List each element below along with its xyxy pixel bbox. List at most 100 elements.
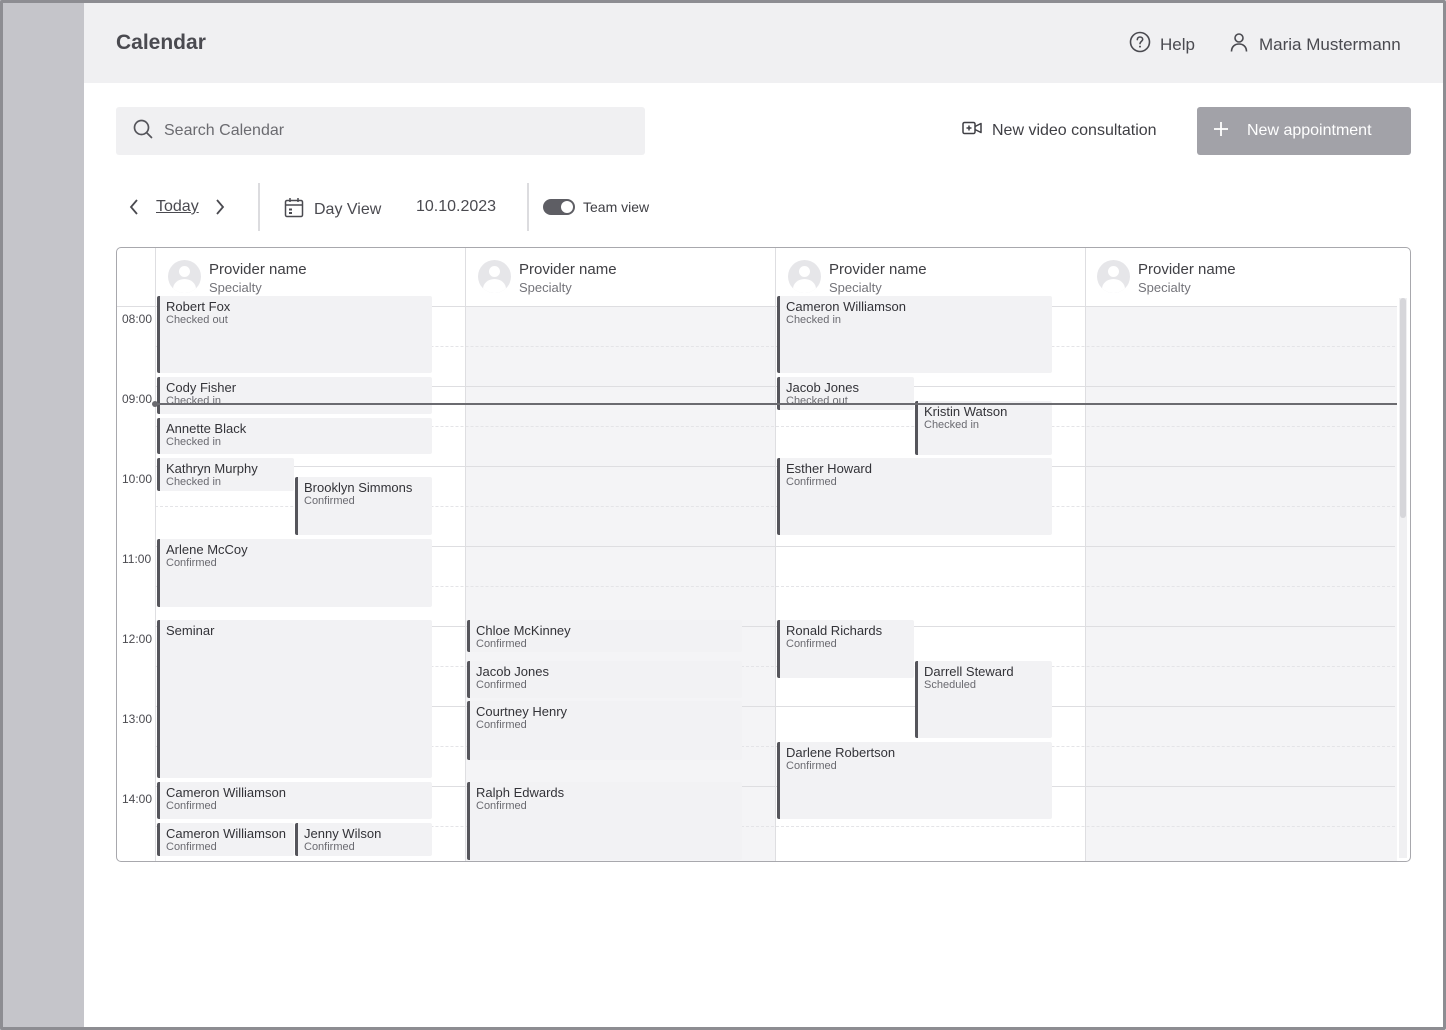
appointment-card[interactable]: Courtney Henry Confirmed bbox=[467, 701, 742, 760]
appointment-status: Checked in bbox=[786, 314, 842, 326]
appointment-name: Annette Black bbox=[166, 421, 247, 436]
new-video-consultation-button[interactable]: New video consultation bbox=[962, 120, 1157, 141]
appointment-card[interactable]: Brooklyn Simmons Confirmed bbox=[295, 477, 432, 535]
page-title: Calendar bbox=[116, 31, 206, 54]
provider-specialty: Specialty bbox=[829, 280, 882, 295]
appointment-name: Kathryn Murphy bbox=[166, 461, 258, 476]
provider-specialty: Specialty bbox=[519, 280, 572, 295]
appointment-card[interactable]: Cameron Williamson Confirmed bbox=[157, 823, 294, 856]
appointment-name: Esther Howard bbox=[786, 461, 872, 476]
chevron-left-icon[interactable] bbox=[128, 198, 140, 221]
appointment-name: Ralph Edwards bbox=[476, 785, 565, 800]
provider-header[interactable]: Provider name Specialty bbox=[1097, 260, 1236, 295]
search-input[interactable] bbox=[164, 122, 604, 140]
appointment-name: Ronald Richards bbox=[786, 623, 883, 638]
team-view-label: Team view bbox=[583, 199, 650, 215]
appointment-status: Confirmed bbox=[786, 760, 837, 772]
appointment-name: Darlene Robertson bbox=[786, 745, 896, 760]
new-appointment-button[interactable]: New appointment bbox=[1197, 107, 1411, 155]
column-divider bbox=[155, 248, 156, 861]
provider-header[interactable]: Provider name Specialty bbox=[478, 260, 617, 295]
appointment-card[interactable]: Esther Howard Confirmed bbox=[777, 458, 1052, 535]
team-view-toggle[interactable] bbox=[543, 199, 575, 215]
provider-header[interactable]: Provider name Specialty bbox=[168, 260, 307, 295]
appointment-card[interactable]: Robert Fox Checked out bbox=[157, 296, 432, 373]
appointment-name: Seminar bbox=[166, 623, 215, 638]
appointment-status: Checked in bbox=[924, 419, 980, 431]
calendar-grid: 08:00 09:00 10:00 11:00 12:00 13:00 14:0… bbox=[116, 247, 1411, 862]
appointment-card[interactable]: Kathryn Murphy Checked in bbox=[157, 458, 294, 491]
today-link[interactable]: Today bbox=[156, 198, 199, 216]
column-divider bbox=[465, 248, 466, 861]
appointment-card[interactable]: Ronald Richards Confirmed bbox=[777, 620, 914, 678]
appointment-status: Checked in bbox=[166, 395, 222, 407]
avatar bbox=[168, 260, 201, 293]
appointment-name: Jacob Jones bbox=[786, 380, 859, 395]
day-view-label: Day View bbox=[314, 201, 382, 218]
search-icon bbox=[133, 119, 153, 144]
chevron-right-icon[interactable] bbox=[214, 198, 226, 221]
appointment-status: Confirmed bbox=[166, 557, 217, 569]
time-label: 09:00 bbox=[122, 392, 153, 406]
provider-specialty: Specialty bbox=[1138, 280, 1191, 295]
avatar bbox=[478, 260, 511, 293]
search-field[interactable] bbox=[116, 107, 645, 155]
column-background bbox=[466, 306, 776, 861]
appointment-name: Cameron Williamson bbox=[166, 785, 286, 800]
appointment-status: Confirmed bbox=[786, 638, 837, 650]
time-label: 13:00 bbox=[122, 712, 153, 726]
time-label: 08:00 bbox=[122, 312, 153, 326]
top-bar: Calendar Help Maria Mustermann bbox=[84, 0, 1446, 83]
plus-icon bbox=[1213, 121, 1229, 142]
appointment-name: Robert Fox bbox=[166, 299, 231, 314]
provider-name: Provider name bbox=[1138, 261, 1236, 278]
appointment-card[interactable]: Jacob Jones Confirmed bbox=[467, 661, 742, 698]
column-divider bbox=[775, 248, 776, 861]
appointment-card[interactable]: Cameron Williamson Confirmed bbox=[157, 782, 432, 819]
appointment-card[interactable]: Darlene Robertson Confirmed bbox=[777, 742, 1052, 819]
appointment-status: Confirmed bbox=[476, 719, 527, 731]
appointment-card[interactable]: Chloe McKinney Confirmed bbox=[467, 620, 742, 652]
appointment-card[interactable]: Jenny Wilson Confirmed bbox=[295, 823, 432, 856]
appointment-card[interactable]: Annette Black Checked in bbox=[157, 418, 432, 454]
help-icon bbox=[1129, 31, 1151, 58]
appointment-status: Confirmed bbox=[166, 800, 217, 812]
appointment-status: Confirmed bbox=[166, 841, 217, 853]
time-label: 11:00 bbox=[122, 552, 152, 566]
appointment-card[interactable]: Kristin Watson Checked in bbox=[915, 401, 1052, 455]
current-time-marker bbox=[152, 401, 158, 407]
appointment-status: Scheduled bbox=[924, 679, 976, 691]
appointment-status: Confirmed bbox=[476, 800, 527, 812]
sidebar bbox=[0, 0, 84, 1030]
help-button[interactable]: Help bbox=[1129, 31, 1195, 58]
user-menu[interactable]: Maria Mustermann bbox=[1228, 31, 1401, 58]
scrollbar-thumb[interactable] bbox=[1400, 298, 1406, 518]
appointment-name: Kristin Watson bbox=[924, 404, 1008, 419]
avatar bbox=[1097, 260, 1130, 293]
appointment-name: Jacob Jones bbox=[476, 664, 549, 679]
day-view-selector[interactable]: Day View bbox=[284, 197, 381, 223]
appointment-status: Confirmed bbox=[304, 495, 355, 507]
provider-name: Provider name bbox=[519, 261, 617, 278]
appointment-card[interactable]: Jacob Jones Checked out bbox=[777, 377, 914, 410]
appointment-name: Arlene McCoy bbox=[166, 542, 248, 557]
toolbar-divider bbox=[258, 183, 260, 231]
appointment-card[interactable]: Seminar bbox=[157, 620, 432, 778]
user-name: Maria Mustermann bbox=[1259, 34, 1401, 54]
column-divider bbox=[1085, 248, 1086, 861]
appointment-card[interactable]: Cody Fisher Checked in bbox=[157, 377, 432, 414]
appointment-card[interactable]: Cameron Williamson Checked in bbox=[777, 296, 1052, 373]
column-background bbox=[1086, 306, 1397, 861]
provider-header[interactable]: Provider name Specialty bbox=[788, 260, 927, 295]
video-label: New video consultation bbox=[992, 121, 1157, 139]
appointment-card[interactable]: Ralph Edwards Confirmed bbox=[467, 782, 742, 860]
appointment-card[interactable]: Arlene McCoy Confirmed bbox=[157, 539, 432, 607]
appointment-status: Confirmed bbox=[476, 638, 527, 650]
appointment-status: Confirmed bbox=[476, 679, 527, 691]
appointment-name: Cody Fisher bbox=[166, 380, 237, 395]
new-appointment-label: New appointment bbox=[1247, 122, 1372, 139]
appointment-status: Checked in bbox=[166, 436, 222, 448]
current-date[interactable]: 10.10.2023 bbox=[416, 198, 496, 216]
appointment-card[interactable]: Darrell Steward Scheduled bbox=[915, 661, 1052, 738]
user-icon bbox=[1228, 31, 1250, 58]
